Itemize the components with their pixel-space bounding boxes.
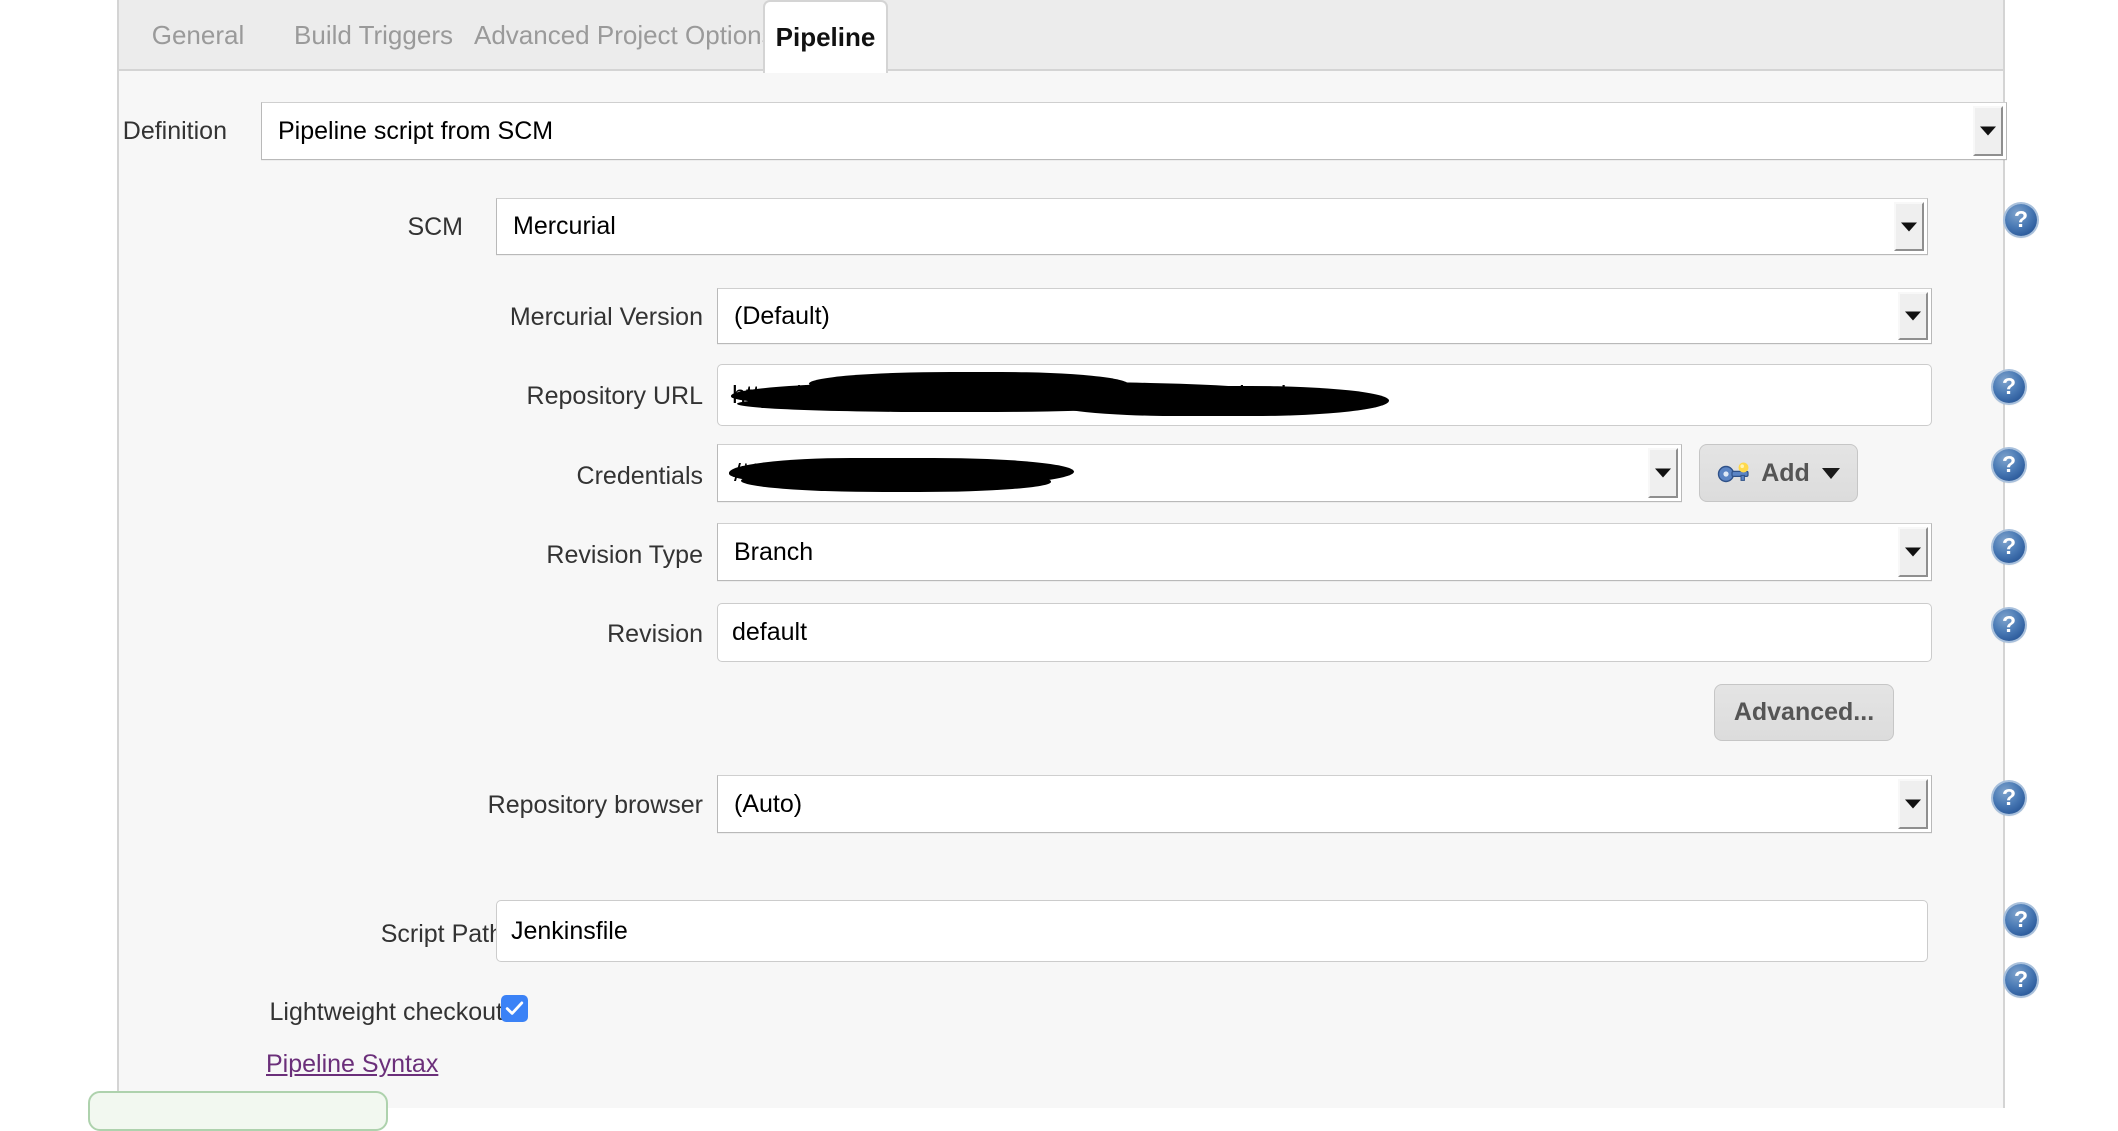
definition-select[interactable]: Pipeline script from SCM bbox=[261, 102, 2007, 160]
repository-browser-select[interactable]: (Auto) bbox=[717, 775, 1932, 833]
chevron-down-icon bbox=[1648, 448, 1678, 498]
jenkins-pipeline-config-page: General Build Triggers Advanced Project … bbox=[0, 0, 2118, 1131]
chevron-down-icon bbox=[1898, 527, 1928, 577]
credentials-select[interactable]: /****** (bitbicket cloud user) bbox=[717, 444, 1682, 502]
scm-label: SCM bbox=[407, 213, 463, 241]
repository-url-help-icon[interactable] bbox=[1993, 371, 2025, 403]
notice-box bbox=[88, 1091, 388, 1131]
revision-type-select[interactable]: Branch bbox=[717, 523, 1932, 581]
config-panel: General Build Triggers Advanced Project … bbox=[117, 0, 2037, 1108]
definition-label: Definition bbox=[122, 117, 227, 145]
lightweight-checkout-checkbox[interactable] bbox=[501, 995, 528, 1022]
lightweight-checkout-help-icon[interactable] bbox=[2005, 964, 2037, 996]
repository-url-label: Repository URL bbox=[526, 382, 703, 410]
chevron-down-icon bbox=[1898, 779, 1928, 829]
tab-general[interactable]: General bbox=[123, 0, 273, 71]
repository-browser-select-value: (Auto) bbox=[734, 789, 803, 818]
repository-url-input[interactable]: https://bitbucket.org/xxxxxx/test-mercur… bbox=[717, 364, 1932, 426]
script-path-input[interactable]: Jenkinsfile bbox=[496, 900, 1928, 962]
tab-bar: General Build Triggers Advanced Project … bbox=[119, 0, 2003, 73]
scm-select-value: Mercurial bbox=[513, 212, 616, 240]
definition-select-value: Pipeline script from SCM bbox=[278, 116, 554, 145]
revision-help-icon[interactable] bbox=[1993, 609, 2025, 641]
credentials-help-icon[interactable] bbox=[1993, 449, 2025, 481]
tab-build-triggers[interactable]: Build Triggers bbox=[273, 0, 474, 71]
add-credentials-label: Add bbox=[1761, 458, 1810, 487]
revision-type-help-icon[interactable] bbox=[1993, 531, 2025, 563]
script-path-label: Script Path bbox=[380, 920, 503, 948]
credentials-select-value: /****** (bitbicket cloud user) bbox=[734, 458, 1037, 487]
chevron-down-icon bbox=[1894, 202, 1924, 251]
repository-browser-label: Repository browser bbox=[487, 791, 703, 819]
scm-select[interactable]: Mercurial bbox=[496, 198, 1928, 255]
scm-help-icon[interactable] bbox=[2005, 204, 2037, 236]
chevron-down-icon bbox=[1821, 467, 1840, 479]
mercurial-version-select-value: (Default) bbox=[734, 301, 830, 330]
pipeline-syntax-link[interactable]: Pipeline Syntax bbox=[266, 1050, 438, 1079]
revision-type-label: Revision Type bbox=[546, 541, 703, 569]
revision-input[interactable]: default bbox=[717, 603, 1932, 662]
mercurial-version-select[interactable]: (Default) bbox=[717, 288, 1932, 344]
lightweight-checkout-label: Lightweight checkout bbox=[269, 998, 503, 1026]
advanced-button[interactable]: Advanced... bbox=[1714, 684, 1894, 741]
key-icon bbox=[1717, 462, 1751, 484]
tab-pipeline[interactable]: Pipeline bbox=[763, 0, 888, 73]
chevron-down-icon bbox=[1973, 106, 2003, 156]
chevron-down-icon bbox=[1898, 292, 1928, 340]
repository-browser-help-icon[interactable] bbox=[1993, 782, 2025, 814]
script-path-help-icon[interactable] bbox=[2005, 904, 2037, 936]
add-credentials-button[interactable]: Add bbox=[1699, 444, 1858, 502]
mercurial-version-label: Mercurial Version bbox=[509, 303, 703, 331]
credentials-label: Credentials bbox=[576, 462, 703, 490]
revision-type-select-value: Branch bbox=[734, 537, 814, 566]
tab-advanced-project-options[interactable]: Advanced Project Options bbox=[474, 0, 775, 71]
revision-label: Revision bbox=[607, 620, 703, 648]
